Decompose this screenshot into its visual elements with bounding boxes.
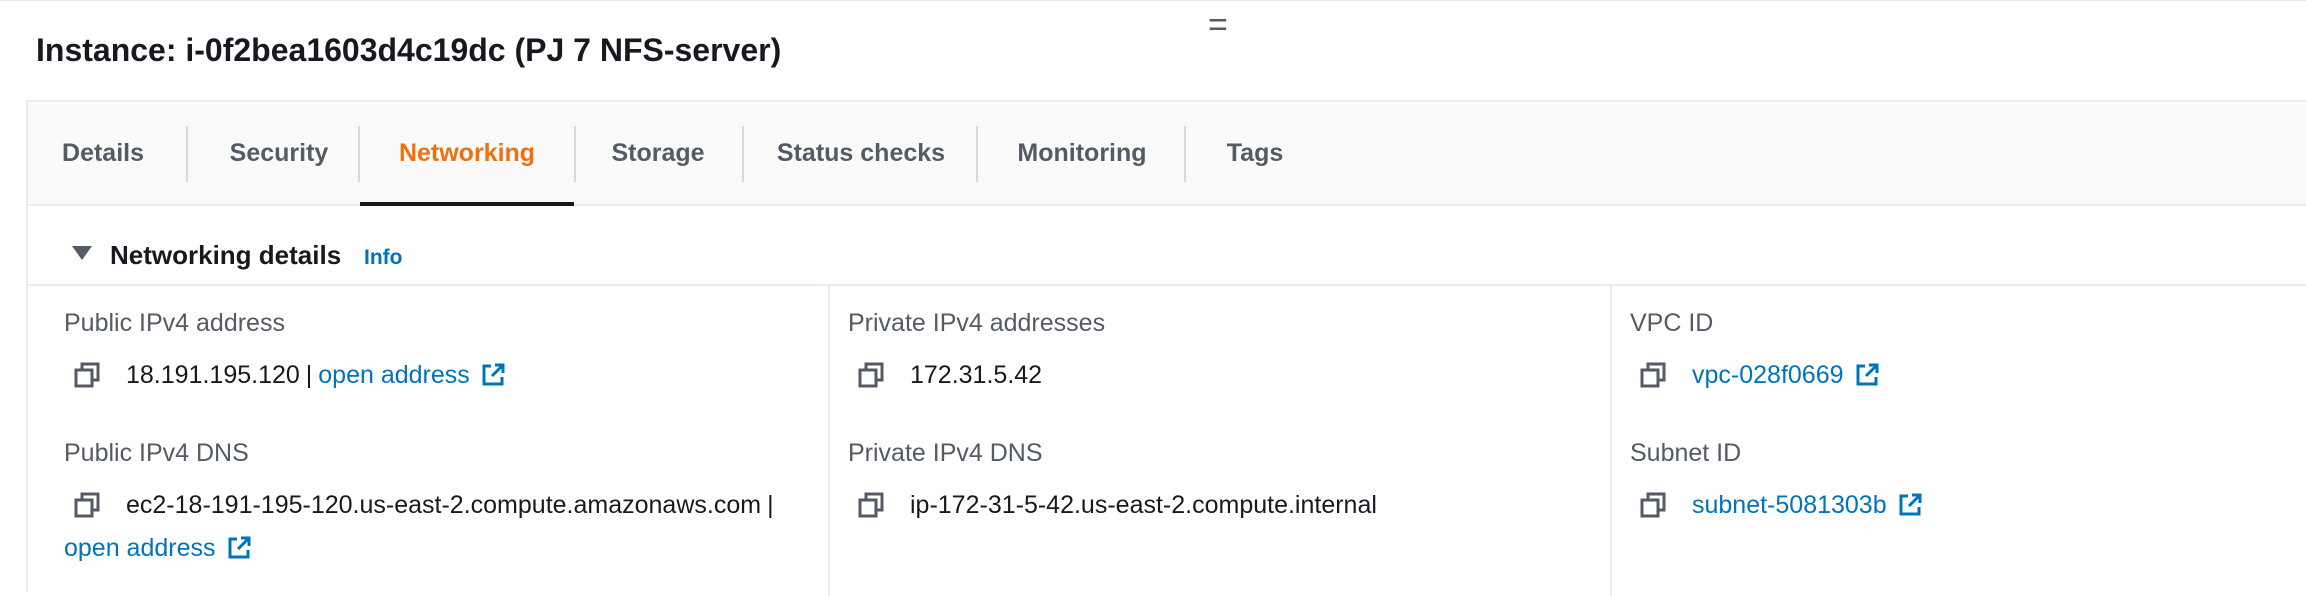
public-dns-label: Public IPv4 DNS — [64, 439, 249, 467]
copy-icon[interactable] — [74, 362, 100, 388]
public-dns-link-row: open address — [64, 533, 252, 563]
vpc-id-link[interactable]: vpc-028f0669 — [1692, 360, 1880, 390]
tab-divider — [742, 126, 744, 182]
separator: | — [767, 491, 774, 519]
tab-networking[interactable]: Networking — [360, 102, 574, 206]
private-ipv4-text: 172.31.5.42 — [910, 361, 1043, 389]
info-link[interactable]: Info — [364, 246, 402, 270]
column-divider — [1610, 286, 1612, 596]
subnet-id-text[interactable]: subnet-5081303b — [1692, 490, 1887, 520]
private-dns-value: ip-172-31-5-42.us-east-2.compute.interna… — [858, 490, 1377, 520]
external-link-icon[interactable] — [1854, 362, 1880, 388]
subnet-id-value: subnet-5081303b — [1640, 490, 1923, 520]
column-divider — [828, 286, 830, 596]
public-dns-text: ec2-18-191-195-120.us-east-2.compute.ama… — [126, 491, 762, 519]
tab-divider — [186, 126, 188, 182]
drag-handle[interactable]: = — [1208, 8, 1228, 42]
vpc-id-label: VPC ID — [1630, 309, 1714, 337]
private-dns-text: ip-172-31-5-42.us-east-2.compute.interna… — [910, 491, 1377, 519]
tab-details[interactable]: Details — [62, 102, 144, 204]
vpc-id-text[interactable]: vpc-028f0669 — [1692, 360, 1844, 390]
copy-icon[interactable] — [74, 492, 100, 518]
vpc-id-value: vpc-028f0669 — [1640, 360, 1880, 390]
tab-storage[interactable]: Storage — [608, 102, 708, 204]
public-ipv4-value: 18.191.195.120 | open address — [74, 360, 506, 390]
public-ipv4-label: Public IPv4 address — [64, 309, 285, 337]
section-title[interactable]: Networking details — [110, 240, 341, 270]
external-link-icon[interactable] — [480, 362, 506, 388]
open-address-link[interactable]: open address — [64, 533, 252, 563]
copy-icon[interactable] — [858, 492, 884, 518]
private-dns-label: Private IPv4 DNS — [848, 439, 1043, 467]
top-border — [0, 0, 2306, 1]
tab-divider — [976, 126, 978, 182]
instance-detail-panel: Details Security Networking Storage Stat… — [26, 100, 2306, 596]
external-link-icon[interactable] — [226, 535, 252, 561]
public-ipv4-text: 18.191.195.120 — [126, 361, 300, 389]
open-address-label[interactable]: open address — [318, 360, 470, 390]
tab-status-checks[interactable]: Status checks — [776, 102, 946, 204]
instance-title: Instance: i-0f2bea1603d4c19dc (PJ 7 NFS-… — [36, 32, 782, 68]
subnet-id-link[interactable]: subnet-5081303b — [1692, 490, 1923, 520]
private-ipv4-label: Private IPv4 addresses — [848, 309, 1106, 337]
tab-tags[interactable]: Tags — [1220, 102, 1290, 204]
subnet-id-label: Subnet ID — [1630, 439, 1742, 467]
private-ipv4-value: 172.31.5.42 — [858, 360, 1042, 390]
public-dns-value: ec2-18-191-195-120.us-east-2.compute.ama… — [74, 490, 780, 520]
tab-divider — [1184, 126, 1186, 182]
copy-icon[interactable] — [1640, 492, 1666, 518]
separator: | — [305, 361, 313, 389]
caret-down-icon[interactable] — [72, 246, 92, 260]
copy-icon[interactable] — [858, 362, 884, 388]
external-link-icon[interactable] — [1897, 492, 1923, 518]
tab-security[interactable]: Security — [224, 102, 334, 204]
open-address-link[interactable]: open address — [318, 360, 506, 390]
tab-monitoring[interactable]: Monitoring — [1012, 102, 1152, 204]
open-address-label[interactable]: open address — [64, 533, 216, 563]
tabs-bar: Details Security Networking Storage Stat… — [28, 102, 2306, 206]
tab-divider — [574, 126, 576, 182]
copy-icon[interactable] — [1640, 362, 1666, 388]
